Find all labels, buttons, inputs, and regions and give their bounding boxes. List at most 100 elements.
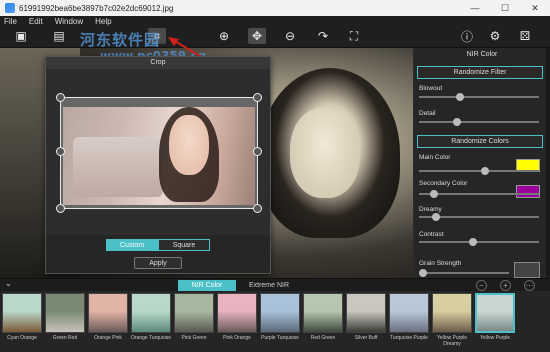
preset-thumb-image	[174, 293, 214, 333]
dreamy-label: Dreamy	[419, 206, 442, 213]
preset-thumb[interactable]: Green Red	[45, 293, 85, 352]
crop-area[interactable]	[56, 93, 262, 213]
redo-icon[interactable]: ↷	[314, 28, 332, 44]
randomize-filter-button[interactable]: Randomize Filter	[417, 66, 543, 79]
move-icon[interactable]: ✥	[248, 28, 266, 44]
secondary-color-slider-knob[interactable]	[430, 190, 438, 198]
grain-preview	[514, 262, 540, 278]
title-bar: 61991992bea6be3897b7c02e2dc69012.jpg — ☐…	[0, 0, 550, 16]
grain-strength-slider-knob[interactable]	[419, 269, 427, 277]
detail-label: Detail	[419, 110, 436, 117]
preset-thumb-label: Yellow Purple	[479, 335, 511, 341]
crop-handle-left[interactable]	[56, 147, 65, 156]
main-color-slider[interactable]	[419, 167, 539, 175]
preset-thumb[interactable]: Pink Green	[174, 293, 214, 352]
preset-thumb-image	[260, 293, 300, 333]
preset-thumb-image	[389, 293, 429, 333]
randomize-colors-button[interactable]: Randomize Colors	[417, 135, 543, 148]
preset-options-icon[interactable]: ⋯	[524, 280, 535, 291]
preset-thumb-label: Silver Buff	[354, 335, 378, 341]
preset-thumb-label: Yellow Purple Dreamy	[436, 335, 468, 347]
crop-panel: Crop Custom Square Apply	[45, 56, 271, 274]
preset-thumb-label: Pink Orange	[223, 335, 251, 341]
preset-thumb-image	[131, 293, 171, 333]
crop-handle-top-left[interactable]	[56, 93, 65, 102]
menu-edit[interactable]: Edit	[29, 17, 43, 26]
detail-slider-knob[interactable]	[453, 118, 461, 126]
crop-handle-right[interactable]	[253, 147, 262, 156]
contrast-slider-knob[interactable]	[469, 238, 477, 246]
menu-file[interactable]: File	[4, 17, 17, 26]
window-title: 61991992bea6be3897b7c02e2dc69012.jpg	[19, 3, 174, 13]
close-button[interactable]: ✕	[520, 0, 550, 16]
preset-thumb[interactable]: Yellow Purple	[475, 293, 515, 352]
preset-thumb[interactable]: Orange Turquoise	[131, 293, 171, 352]
panel-title: NIR Color	[466, 51, 498, 58]
toolbar: File Edit Window Help ▣ ▤ ⌗ ⊕ ✥ ⊖ ↷ ⛶ ⓘ …	[0, 16, 550, 49]
preset-thumb-label: Orange Pink	[94, 335, 122, 341]
preset-thumb-label: Orange Turquoise	[130, 335, 172, 341]
zoom-out-icon[interactable]: ⊖	[281, 28, 299, 44]
preset-thumb[interactable]: Yellow Purple Dreamy	[432, 293, 472, 352]
preset-thumb-label: Purple Turquoise	[261, 335, 299, 341]
contrast-slider[interactable]	[419, 238, 539, 246]
contrast-label: Contrast	[419, 231, 444, 238]
preset-thumb[interactable]: Silver Buff	[346, 293, 386, 352]
menu-window[interactable]: Window	[55, 17, 83, 26]
preset-thumb-label: Red Green	[310, 335, 336, 341]
preset-thumb[interactable]: Pink Orange	[217, 293, 257, 352]
tab-extreme-nir[interactable]: Extreme NIR	[240, 280, 298, 291]
settings-gear-icon[interactable]: ⚙	[486, 28, 504, 44]
crop-handle-top-right[interactable]	[253, 93, 262, 102]
preset-thumb-image	[346, 293, 386, 333]
preset-thumb[interactable]: Cyan Orange	[2, 293, 42, 352]
preset-thumb-label: Turquoise Purple	[390, 335, 428, 341]
crop-frame[interactable]	[60, 97, 258, 209]
add-preset-icon[interactable]: +	[500, 280, 511, 291]
preset-thumb-image	[432, 293, 472, 333]
secondary-color-label: Secondary Color	[419, 180, 468, 187]
blowout-slider[interactable]	[419, 93, 539, 101]
maximize-button[interactable]: ☐	[490, 0, 520, 16]
preset-thumb[interactable]: Red Green	[303, 293, 343, 352]
open-image-icon[interactable]: ▣	[12, 28, 30, 44]
blowout-slider-knob[interactable]	[456, 93, 464, 101]
preset-thumb-label: Green Red	[52, 335, 78, 341]
preset-filmstrip: Cyan Orange Green Red Orange Pink Orange Tu…	[0, 291, 550, 352]
crop-handle-bottom-left[interactable]	[56, 204, 65, 213]
crop-handle-bottom-right[interactable]	[253, 204, 262, 213]
fit-screen-icon[interactable]: ⛶	[345, 28, 363, 44]
apply-button[interactable]: Apply	[134, 257, 182, 269]
random-dice-icon[interactable]: ⚄	[516, 28, 534, 44]
tab-nir-color[interactable]: NIR Color	[178, 280, 236, 291]
menu-bar: File Edit Window Help	[4, 17, 112, 26]
dreamy-slider-knob[interactable]	[432, 213, 440, 221]
remove-preset-icon[interactable]: −	[476, 280, 487, 291]
info-icon[interactable]: ⓘ	[458, 28, 476, 44]
secondary-color-slider[interactable]	[419, 190, 539, 198]
minimize-button[interactable]: —	[460, 0, 490, 16]
preset-thumb-image	[217, 293, 257, 333]
main-color-slider-knob[interactable]	[481, 167, 489, 175]
app-icon	[5, 3, 15, 13]
grain-strength-slider[interactable]	[419, 269, 509, 277]
crop-custom-button[interactable]: Custom	[106, 239, 158, 251]
crop-panel-title: Crop	[46, 57, 270, 69]
dreamy-slider[interactable]	[419, 213, 539, 221]
detail-slider[interactable]	[419, 118, 539, 126]
preset-thumb[interactable]: Turquoise Purple	[389, 293, 429, 352]
main-color-label: Main Color	[419, 154, 451, 161]
preset-thumb[interactable]: Orange Pink	[88, 293, 128, 352]
panel-scrollbar[interactable]	[546, 48, 550, 278]
menu-help[interactable]: Help	[95, 17, 111, 26]
preset-tab-bar: ⌄ NIR Color Extreme NIR − + ⋯	[0, 278, 550, 291]
photo-face	[290, 108, 360, 198]
crop-square-button[interactable]: Square	[158, 239, 210, 251]
save-icon[interactable]: ▤	[50, 28, 68, 44]
preset-thumb[interactable]: Purple Turquoise	[260, 293, 300, 352]
preset-thumb-image	[2, 293, 42, 333]
collapse-chevron-icon[interactable]: ⌄	[5, 279, 12, 288]
secondary-color-swatch[interactable]	[516, 185, 540, 198]
watermark-text: 河东软件园	[80, 31, 161, 49]
blowout-label: Blowout	[419, 85, 443, 92]
